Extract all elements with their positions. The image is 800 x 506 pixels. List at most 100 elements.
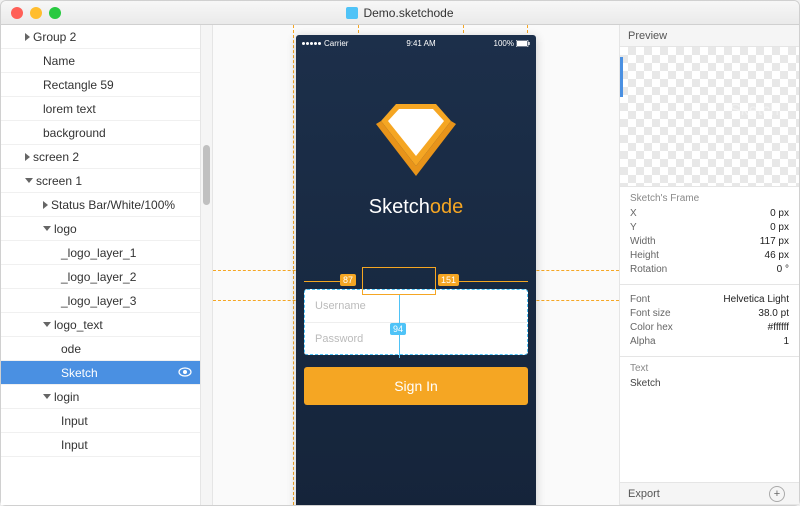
- chevron-down-icon[interactable]: [43, 226, 51, 231]
- distance-left-label: 87: [340, 274, 356, 286]
- scrollbar[interactable]: [201, 25, 213, 505]
- prop-width-label: Width: [630, 236, 656, 247]
- prop-font-label: Font: [630, 294, 650, 305]
- preview-header: Preview: [620, 25, 799, 47]
- layer-label: screen 1: [36, 174, 82, 188]
- prop-width-value: 117 px: [760, 236, 789, 247]
- logo[interactable]: [361, 96, 471, 186]
- layer-item[interactable]: Status Bar/White/100%: [1, 193, 200, 217]
- prop-alpha-value: 1: [783, 336, 789, 347]
- layer-label: Name: [43, 54, 75, 68]
- layer-item[interactable]: _logo_layer_3: [1, 289, 200, 313]
- distance-right-label: 151: [438, 274, 459, 286]
- diamond-icon: [361, 96, 471, 186]
- text-content-props: Text Sketch: [620, 357, 799, 483]
- preview-area[interactable]: Sketch: [620, 47, 799, 187]
- canvas[interactable]: Carrier 9:41 AM 100% Sk: [213, 25, 619, 505]
- prop-x-label: X: [630, 208, 637, 219]
- prop-x-value: 0 px: [770, 208, 789, 219]
- layer-item[interactable]: login: [1, 385, 200, 409]
- window-title: Demo.sketchode: [1, 6, 799, 20]
- window-title-text: Demo.sketchode: [363, 6, 453, 20]
- layer-label: Sketch: [61, 366, 98, 380]
- visibility-icon[interactable]: [178, 366, 192, 380]
- signin-label: Sign In: [394, 378, 438, 394]
- layer-item[interactable]: lorem text: [1, 97, 200, 121]
- text-value: Sketch: [630, 378, 789, 389]
- layer-item[interactable]: screen 2: [1, 145, 200, 169]
- prop-height-value: 46 px: [765, 250, 789, 261]
- prop-height-label: Height: [630, 250, 659, 261]
- layer-label: lorem text: [43, 102, 96, 116]
- placeholder: Password: [315, 333, 363, 345]
- export-header: Export +: [620, 483, 799, 505]
- chevron-down-icon[interactable]: [43, 394, 51, 399]
- document-icon: [346, 7, 358, 19]
- guide-vertical: [293, 25, 294, 505]
- frame-title: Sketch's Frame: [630, 193, 789, 204]
- app-window: Demo.sketchode Group 2 Name Rectangle 59 lo…: [0, 0, 800, 506]
- selection-box: [362, 267, 436, 295]
- carrier-label: Carrier: [324, 39, 348, 48]
- layer-item[interactable]: Sketch: [1, 361, 200, 385]
- layer-item[interactable]: logo_text: [1, 313, 200, 337]
- layers-panel[interactable]: Group 2 Name Rectangle 59 lorem text backgro…: [1, 25, 201, 505]
- layer-label: Status Bar/White/100%: [51, 198, 175, 212]
- chevron-down-icon[interactable]: [43, 322, 51, 327]
- prop-fontsize-label: Font size: [630, 308, 671, 319]
- layer-item[interactable]: Group 2: [1, 25, 200, 49]
- layer-item[interactable]: Name: [1, 49, 200, 73]
- prop-rotation-value: 0 °: [777, 264, 789, 275]
- preview-selection-indicator: [620, 57, 623, 97]
- inspector-panel: Preview Sketch Sketch's Frame X0 px Y0 p…: [619, 25, 799, 505]
- layer-item[interactable]: Input: [1, 409, 200, 433]
- time-label: 9:41 AM: [406, 39, 435, 48]
- status-bar: Carrier 9:41 AM 100%: [296, 35, 536, 51]
- layer-item[interactable]: logo: [1, 217, 200, 241]
- layer-label: _logo_layer_3: [61, 294, 136, 308]
- brand-ode[interactable]: ode: [430, 196, 463, 218]
- chevron-right-icon[interactable]: [43, 201, 48, 209]
- artboard-screen1[interactable]: Carrier 9:41 AM 100% Sk: [296, 35, 536, 505]
- export-label: Export: [628, 488, 660, 500]
- text-title: Text: [630, 363, 789, 374]
- layer-item[interactable]: ode: [1, 337, 200, 361]
- chevron-right-icon[interactable]: [25, 33, 30, 41]
- titlebar[interactable]: Demo.sketchode: [1, 1, 799, 25]
- prop-alpha-label: Alpha: [630, 336, 656, 347]
- login-form[interactable]: Username Password: [304, 289, 528, 355]
- layer-label: background: [43, 126, 106, 140]
- prop-y-value: 0 px: [770, 222, 789, 233]
- scrollbar-thumb[interactable]: [203, 145, 210, 205]
- layer-item[interactable]: background: [1, 121, 200, 145]
- measure-line: [458, 281, 528, 282]
- layer-item[interactable]: Input: [1, 433, 200, 457]
- layer-label: Input: [61, 438, 88, 452]
- prop-rotation-label: Rotation: [630, 264, 667, 275]
- layer-item[interactable]: screen 1: [1, 169, 200, 193]
- add-export-button[interactable]: +: [769, 486, 785, 502]
- distance-down-label: 94: [390, 323, 406, 335]
- placeholder: Username: [315, 300, 366, 312]
- prop-fontsize-value: 38.0 pt: [758, 308, 789, 319]
- measure-line: [304, 281, 340, 282]
- layer-label: logo_text: [54, 318, 103, 332]
- chevron-right-icon[interactable]: [25, 153, 30, 161]
- layer-item[interactable]: _logo_layer_2: [1, 265, 200, 289]
- layer-label: Input: [61, 414, 88, 428]
- brand-sketch[interactable]: Sketch: [369, 196, 430, 218]
- chevron-down-icon[interactable]: [25, 178, 33, 183]
- layer-item[interactable]: Rectangle 59: [1, 73, 200, 97]
- layer-label: login: [54, 390, 79, 404]
- prop-font-value: Helvetica Light: [723, 294, 789, 305]
- logo-text[interactable]: Sketchode: [296, 196, 536, 219]
- password-field[interactable]: Password: [305, 322, 527, 354]
- layer-label: _logo_layer_2: [61, 270, 136, 284]
- layer-label: Rectangle 59: [43, 78, 114, 92]
- signin-button[interactable]: Sign In: [304, 367, 528, 405]
- prop-color-label: Color hex: [630, 322, 673, 333]
- layer-item[interactable]: _logo_layer_1: [1, 241, 200, 265]
- layer-label: screen 2: [33, 150, 79, 164]
- prop-color-value: #ffffff: [768, 322, 789, 333]
- battery-icon: [516, 40, 530, 47]
